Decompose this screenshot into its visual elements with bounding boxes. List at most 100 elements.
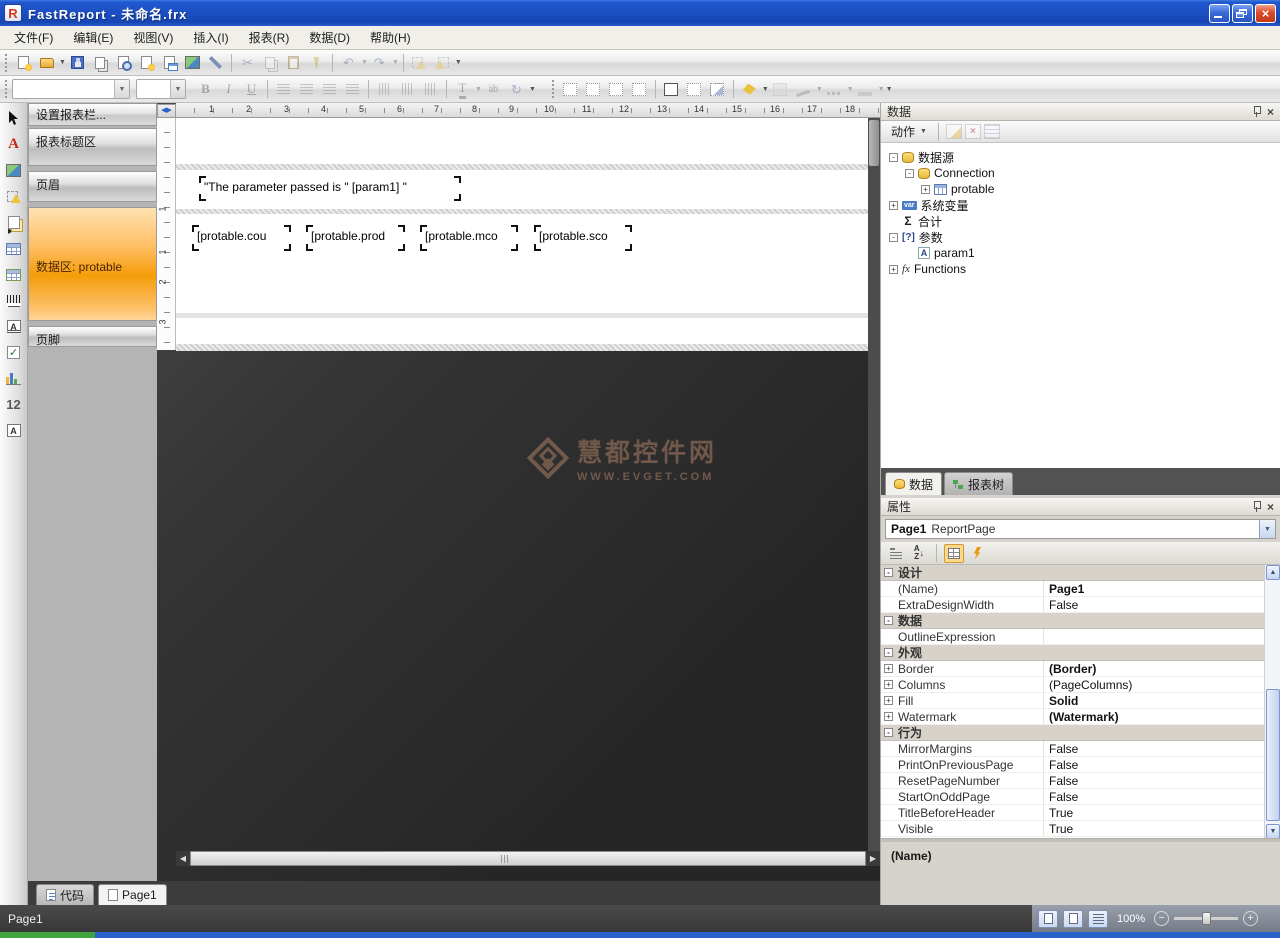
- copy-button[interactable]: [259, 52, 282, 74]
- save-all-button[interactable]: [89, 52, 112, 74]
- view-continuous-button[interactable]: [1063, 910, 1083, 928]
- tab-code[interactable]: 代码: [36, 884, 94, 905]
- zoom-slider-thumb[interactable]: [1202, 912, 1211, 925]
- property-row[interactable]: PrintOnPreviousPageFalse: [881, 757, 1280, 773]
- property-row[interactable]: +Columns(PageColumns): [881, 677, 1280, 693]
- toolbar-grip[interactable]: [3, 80, 9, 98]
- redo-button[interactable]: ↷: [368, 52, 391, 74]
- report-title-band-area[interactable]: [176, 118, 868, 164]
- font-size-combo[interactable]: ▼: [136, 79, 186, 99]
- menu-file[interactable]: 文件(F): [4, 26, 63, 49]
- tree-item-system-variables[interactable]: + var 系统变量: [881, 197, 1280, 213]
- close-button[interactable]: ×: [1255, 4, 1276, 23]
- property-row[interactable]: TitleBeforeHeaderTrue: [881, 805, 1280, 821]
- text-object-button[interactable]: A: [2, 133, 26, 156]
- property-row[interactable]: VisibleTrue: [881, 821, 1280, 837]
- splitter-button[interactable]: ◀▶: [157, 104, 176, 118]
- table-object-button[interactable]: [2, 237, 26, 260]
- band-page-footer[interactable]: 页脚: [28, 326, 157, 347]
- tree-item-functions[interactable]: + fx Functions: [881, 261, 1280, 277]
- undo-dropdown-icon[interactable]: ▼: [361, 59, 368, 66]
- matrix-object-button[interactable]: [2, 263, 26, 286]
- new-page-button[interactable]: [135, 52, 158, 74]
- property-row[interactable]: +FillSolid: [881, 693, 1280, 709]
- italic-button[interactable]: I: [217, 78, 240, 100]
- valign-top-button[interactable]: [373, 78, 396, 100]
- pin-icon[interactable]: [1252, 501, 1261, 512]
- property-row[interactable]: ResetPageNumberFalse: [881, 773, 1280, 789]
- undo-button[interactable]: ↶: [337, 52, 360, 74]
- zoom-in-button[interactable]: +: [1243, 911, 1258, 926]
- zipcode-object-button[interactable]: A: [2, 419, 26, 442]
- redo-dropdown-icon[interactable]: ▼: [392, 59, 399, 66]
- property-row[interactable]: (Name)Page1: [881, 581, 1280, 597]
- minimize-button[interactable]: [1209, 4, 1230, 23]
- group-button[interactable]: [408, 52, 431, 74]
- property-row[interactable]: ExtraDesignWidthFalse: [881, 597, 1280, 613]
- line-style-button[interactable]: [823, 78, 846, 100]
- line-width-dropdown-icon[interactable]: ▼: [878, 86, 885, 93]
- format-overflow-icon[interactable]: ▼: [529, 86, 536, 93]
- zoom-slider[interactable]: [1174, 917, 1238, 920]
- scroll-down-icon[interactable]: ▼: [1266, 824, 1280, 839]
- menu-data[interactable]: 数据(D): [299, 26, 360, 49]
- barcode-object-button[interactable]: [2, 289, 26, 312]
- bold-button[interactable]: B: [194, 78, 217, 100]
- new-data-page-button[interactable]: [158, 52, 181, 74]
- close-icon[interactable]: ×: [1267, 106, 1274, 118]
- tab-report-tree[interactable]: 报表树: [944, 472, 1013, 495]
- property-row[interactable]: StartOnOddPageFalse: [881, 789, 1280, 805]
- border-overflow-icon[interactable]: ▼: [886, 86, 893, 93]
- toolbar-overflow-icon[interactable]: ▼: [455, 59, 462, 66]
- close-icon[interactable]: ×: [1267, 501, 1274, 513]
- fill-color-button[interactable]: [738, 78, 761, 100]
- menu-insert[interactable]: 插入(I): [183, 26, 238, 49]
- toolbar-grip[interactable]: [550, 80, 556, 98]
- tree-item-totals[interactable]: Σ 合计: [881, 213, 1280, 229]
- tree-item-param1[interactable]: A param1: [881, 245, 1280, 261]
- ungroup-button[interactable]: [431, 52, 454, 74]
- actions-button[interactable]: 动作▼: [887, 121, 931, 142]
- text-color-dropdown-icon[interactable]: ▼: [475, 86, 482, 93]
- picture-button[interactable]: [181, 52, 204, 74]
- font-name-dropdown-icon[interactable]: ▼: [114, 80, 129, 98]
- object-selector-dropdown-icon[interactable]: ▼: [1259, 520, 1275, 538]
- field-object-cou[interactable]: [protable.cou: [193, 226, 290, 250]
- band-report-title[interactable]: 报表标题区: [28, 128, 157, 166]
- expander-icon[interactable]: +: [889, 265, 898, 274]
- border-edit-button[interactable]: [706, 78, 729, 100]
- expander-icon[interactable]: +: [921, 185, 930, 194]
- line-color-button[interactable]: [792, 78, 815, 100]
- new-report-button[interactable]: [12, 52, 35, 74]
- view-facing-button[interactable]: [1088, 910, 1108, 928]
- restore-button[interactable]: [1232, 4, 1253, 23]
- fill-style-button[interactable]: [769, 78, 792, 100]
- fill-color-dropdown-icon[interactable]: ▼: [762, 86, 769, 93]
- tree-item-datasources[interactable]: - 数据源: [881, 149, 1280, 165]
- preview-button[interactable]: [112, 52, 135, 74]
- cellular-text-button[interactable]: 12: [2, 393, 26, 416]
- open-report-button[interactable]: [35, 52, 58, 74]
- line-style-dropdown-icon[interactable]: ▼: [847, 86, 854, 93]
- options-button[interactable]: [204, 52, 227, 74]
- cut-button[interactable]: ✂: [236, 52, 259, 74]
- property-category[interactable]: -行为: [881, 725, 1280, 741]
- events-view-button[interactable]: [967, 544, 987, 563]
- view-single-page-button[interactable]: [1038, 910, 1058, 928]
- text-color-button[interactable]: T: [451, 78, 474, 100]
- expander-icon[interactable]: -: [889, 153, 898, 162]
- property-category[interactable]: -数据: [881, 613, 1280, 629]
- menu-report[interactable]: 报表(R): [239, 26, 300, 49]
- pin-icon[interactable]: [1252, 106, 1261, 117]
- picture-object-button[interactable]: [2, 159, 26, 182]
- align-right-button[interactable]: [318, 78, 341, 100]
- band-data[interactable]: 数据区: protable: [28, 207, 157, 321]
- horizontal-scrollbar-thumb[interactable]: [190, 851, 866, 866]
- object-selector-combo[interactable]: Page1 ReportPage ▼: [885, 519, 1276, 539]
- scroll-right-icon[interactable]: ▶: [866, 851, 880, 866]
- format-painter-button[interactable]: [305, 52, 328, 74]
- property-row[interactable]: +Border(Border): [881, 661, 1280, 677]
- border-left-button[interactable]: [628, 78, 651, 100]
- expander-icon[interactable]: -: [889, 233, 898, 242]
- horizontal-scrollbar[interactable]: ◀ ▶: [176, 851, 880, 866]
